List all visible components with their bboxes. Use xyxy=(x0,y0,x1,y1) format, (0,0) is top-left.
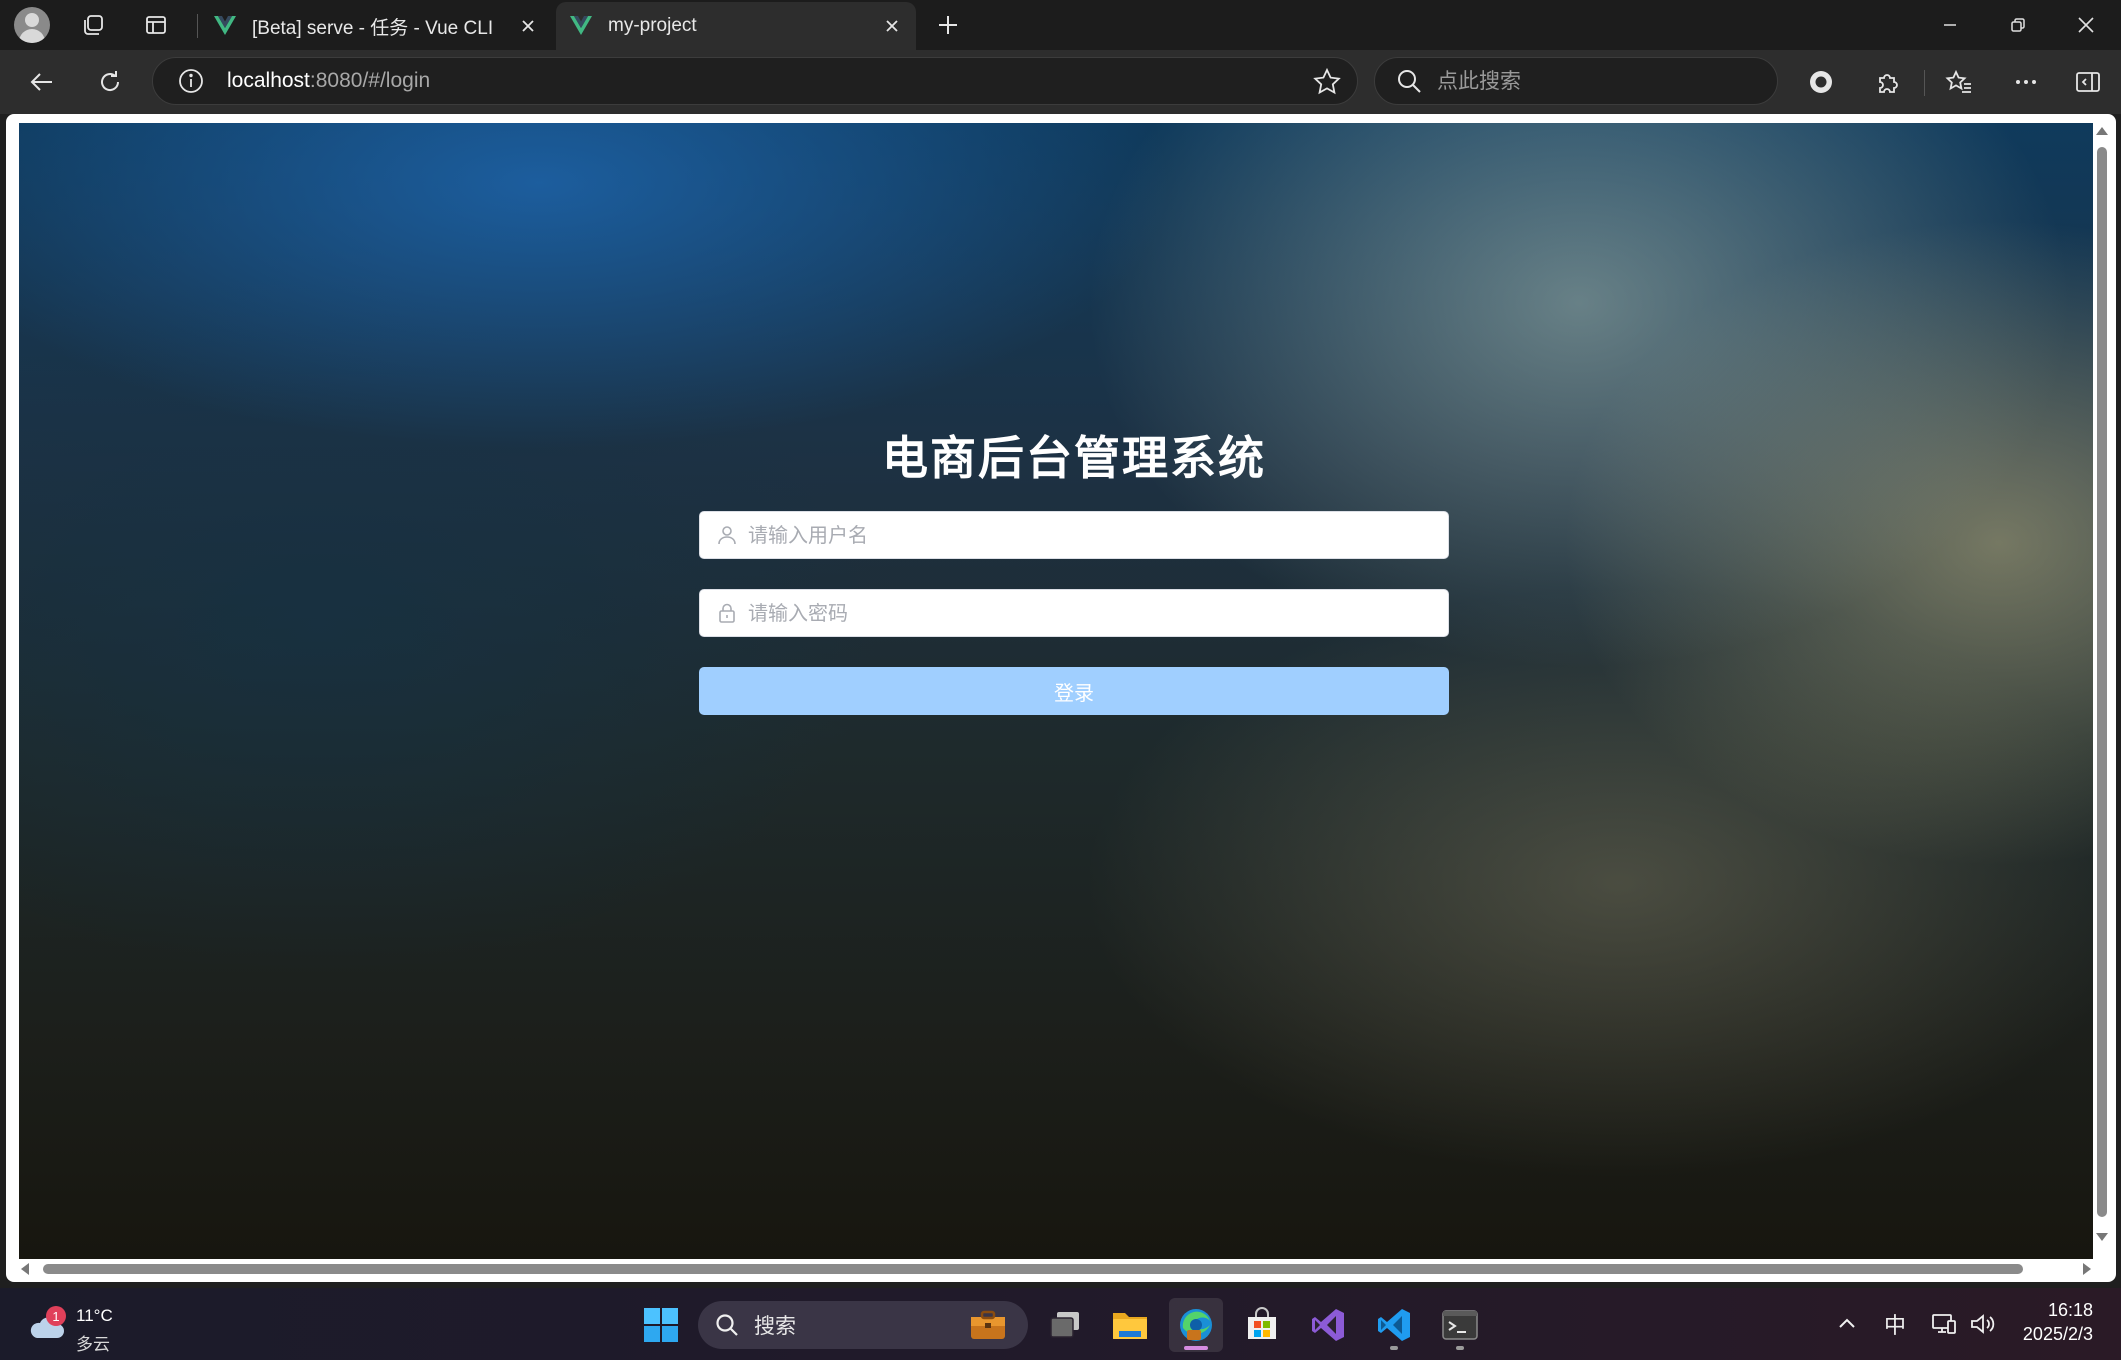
browser-tab-bar: [Beta] serve - 任务 - Vue CLI my-project xyxy=(0,0,2121,50)
sidebar-toggle-icon[interactable] xyxy=(2066,60,2110,104)
new-tab-button[interactable] xyxy=(926,5,970,45)
username-input[interactable] xyxy=(748,512,1438,558)
restore-button[interactable] xyxy=(1984,0,2052,50)
vertical-scroll-thumb[interactable] xyxy=(2097,147,2107,1217)
back-button[interactable] xyxy=(20,60,64,104)
login-button[interactable]: 登录 xyxy=(699,667,1449,715)
vscode-icon[interactable] xyxy=(1367,1298,1421,1352)
horizontal-scrollbar[interactable] xyxy=(19,1259,2093,1279)
url-host: localhost xyxy=(227,69,310,92)
scroll-down-icon[interactable] xyxy=(2096,1233,2108,1241)
url-path: :8080/#/login xyxy=(310,69,430,92)
terminal-icon[interactable] xyxy=(1433,1298,1487,1352)
file-explorer-icon[interactable] xyxy=(1103,1298,1157,1352)
ime-indicator[interactable]: 中 xyxy=(1884,1288,1906,1360)
vue-logo-icon xyxy=(570,16,592,36)
windows-taskbar: 1 11°C 多云 搜索 xyxy=(0,1288,2121,1360)
tracking-icon[interactable] xyxy=(1799,60,1843,104)
briefcase-icon xyxy=(968,1309,1008,1341)
tab-separator xyxy=(197,14,198,38)
vue-logo-icon xyxy=(214,16,236,36)
favorites-icon[interactable] xyxy=(1937,60,1981,104)
active-indicator xyxy=(1184,1346,1208,1350)
store-icon[interactable] xyxy=(1235,1298,1289,1352)
url-text[interactable]: localhost:8080/#/login xyxy=(227,69,430,93)
extensions-icon[interactable] xyxy=(1866,60,1910,104)
tab-vue-cli[interactable]: [Beta] serve - 任务 - Vue CLI xyxy=(200,2,552,50)
search-icon xyxy=(1395,67,1423,95)
start-icon[interactable] xyxy=(634,1298,688,1352)
close-icon[interactable] xyxy=(516,14,540,38)
tab-actions-icon[interactable] xyxy=(134,5,178,45)
system-clock[interactable]: 16:18 2025/2/3 xyxy=(2023,1298,2093,1346)
page-title: 电商后台管理系统 xyxy=(699,423,1449,493)
weather-temp: 11°C xyxy=(76,1306,113,1326)
tab-title: my-project xyxy=(608,15,697,37)
clock-date: 2025/2/3 xyxy=(2023,1322,2093,1346)
toolbar-separator xyxy=(1924,70,1925,96)
horizontal-scroll-thumb[interactable] xyxy=(43,1264,2023,1274)
scroll-up-icon[interactable] xyxy=(2096,127,2108,135)
favorite-star-icon[interactable] xyxy=(1311,66,1343,98)
taskbar-search[interactable]: 搜索 xyxy=(698,1301,1028,1349)
browser-search-box[interactable] xyxy=(1374,57,1778,105)
edge-icon[interactable] xyxy=(1169,1298,1223,1352)
password-field[interactable] xyxy=(699,589,1449,637)
login-form: 电商后台管理系统 登录 xyxy=(699,423,1449,715)
minimize-button[interactable] xyxy=(1916,0,1984,50)
volume-icon[interactable] xyxy=(1968,1288,1996,1360)
info-icon[interactable] xyxy=(177,67,205,95)
workspaces-icon[interactable] xyxy=(71,5,115,45)
visual-studio-icon[interactable] xyxy=(1301,1298,1355,1352)
weather-widget[interactable]: 1 11°C 多云 xyxy=(26,1296,126,1352)
tab-my-project[interactable]: my-project xyxy=(556,2,916,50)
tab-title: [Beta] serve - 任务 - Vue CLI xyxy=(252,13,493,40)
close-icon[interactable] xyxy=(880,14,904,38)
show-hidden-icons[interactable] xyxy=(1836,1288,1858,1360)
notification-badge: 1 xyxy=(46,1306,66,1326)
network-icon[interactable] xyxy=(1930,1288,1958,1360)
more-menu-icon[interactable] xyxy=(2004,60,2048,104)
weather-condition: 多云 xyxy=(76,1330,110,1355)
username-field[interactable] xyxy=(699,511,1449,559)
taskbar-search-label: 搜索 xyxy=(754,1310,796,1340)
search-icon xyxy=(714,1312,740,1338)
vertical-scrollbar[interactable] xyxy=(2093,123,2111,1259)
profile-avatar[interactable] xyxy=(14,7,50,43)
address-bar[interactable]: localhost:8080/#/login xyxy=(152,57,1358,105)
user-icon xyxy=(716,524,738,546)
refresh-button[interactable] xyxy=(88,60,132,104)
browser-search-input[interactable] xyxy=(1437,69,1767,93)
chevron-up-icon xyxy=(1836,1313,1858,1335)
browser-toolbar: localhost:8080/#/login xyxy=(0,50,2121,114)
running-indicator xyxy=(1456,1346,1464,1350)
scroll-right-icon[interactable] xyxy=(2083,1263,2091,1275)
task-view-icon[interactable] xyxy=(1038,1298,1092,1352)
close-window-button[interactable] xyxy=(2052,0,2120,50)
lock-icon xyxy=(716,602,738,624)
login-page: 电商后台管理系统 登录 xyxy=(19,123,2093,1259)
clock-time: 16:18 xyxy=(2023,1298,2093,1322)
password-input[interactable] xyxy=(748,590,1438,636)
scroll-left-icon[interactable] xyxy=(21,1263,29,1275)
running-indicator xyxy=(1390,1346,1398,1350)
